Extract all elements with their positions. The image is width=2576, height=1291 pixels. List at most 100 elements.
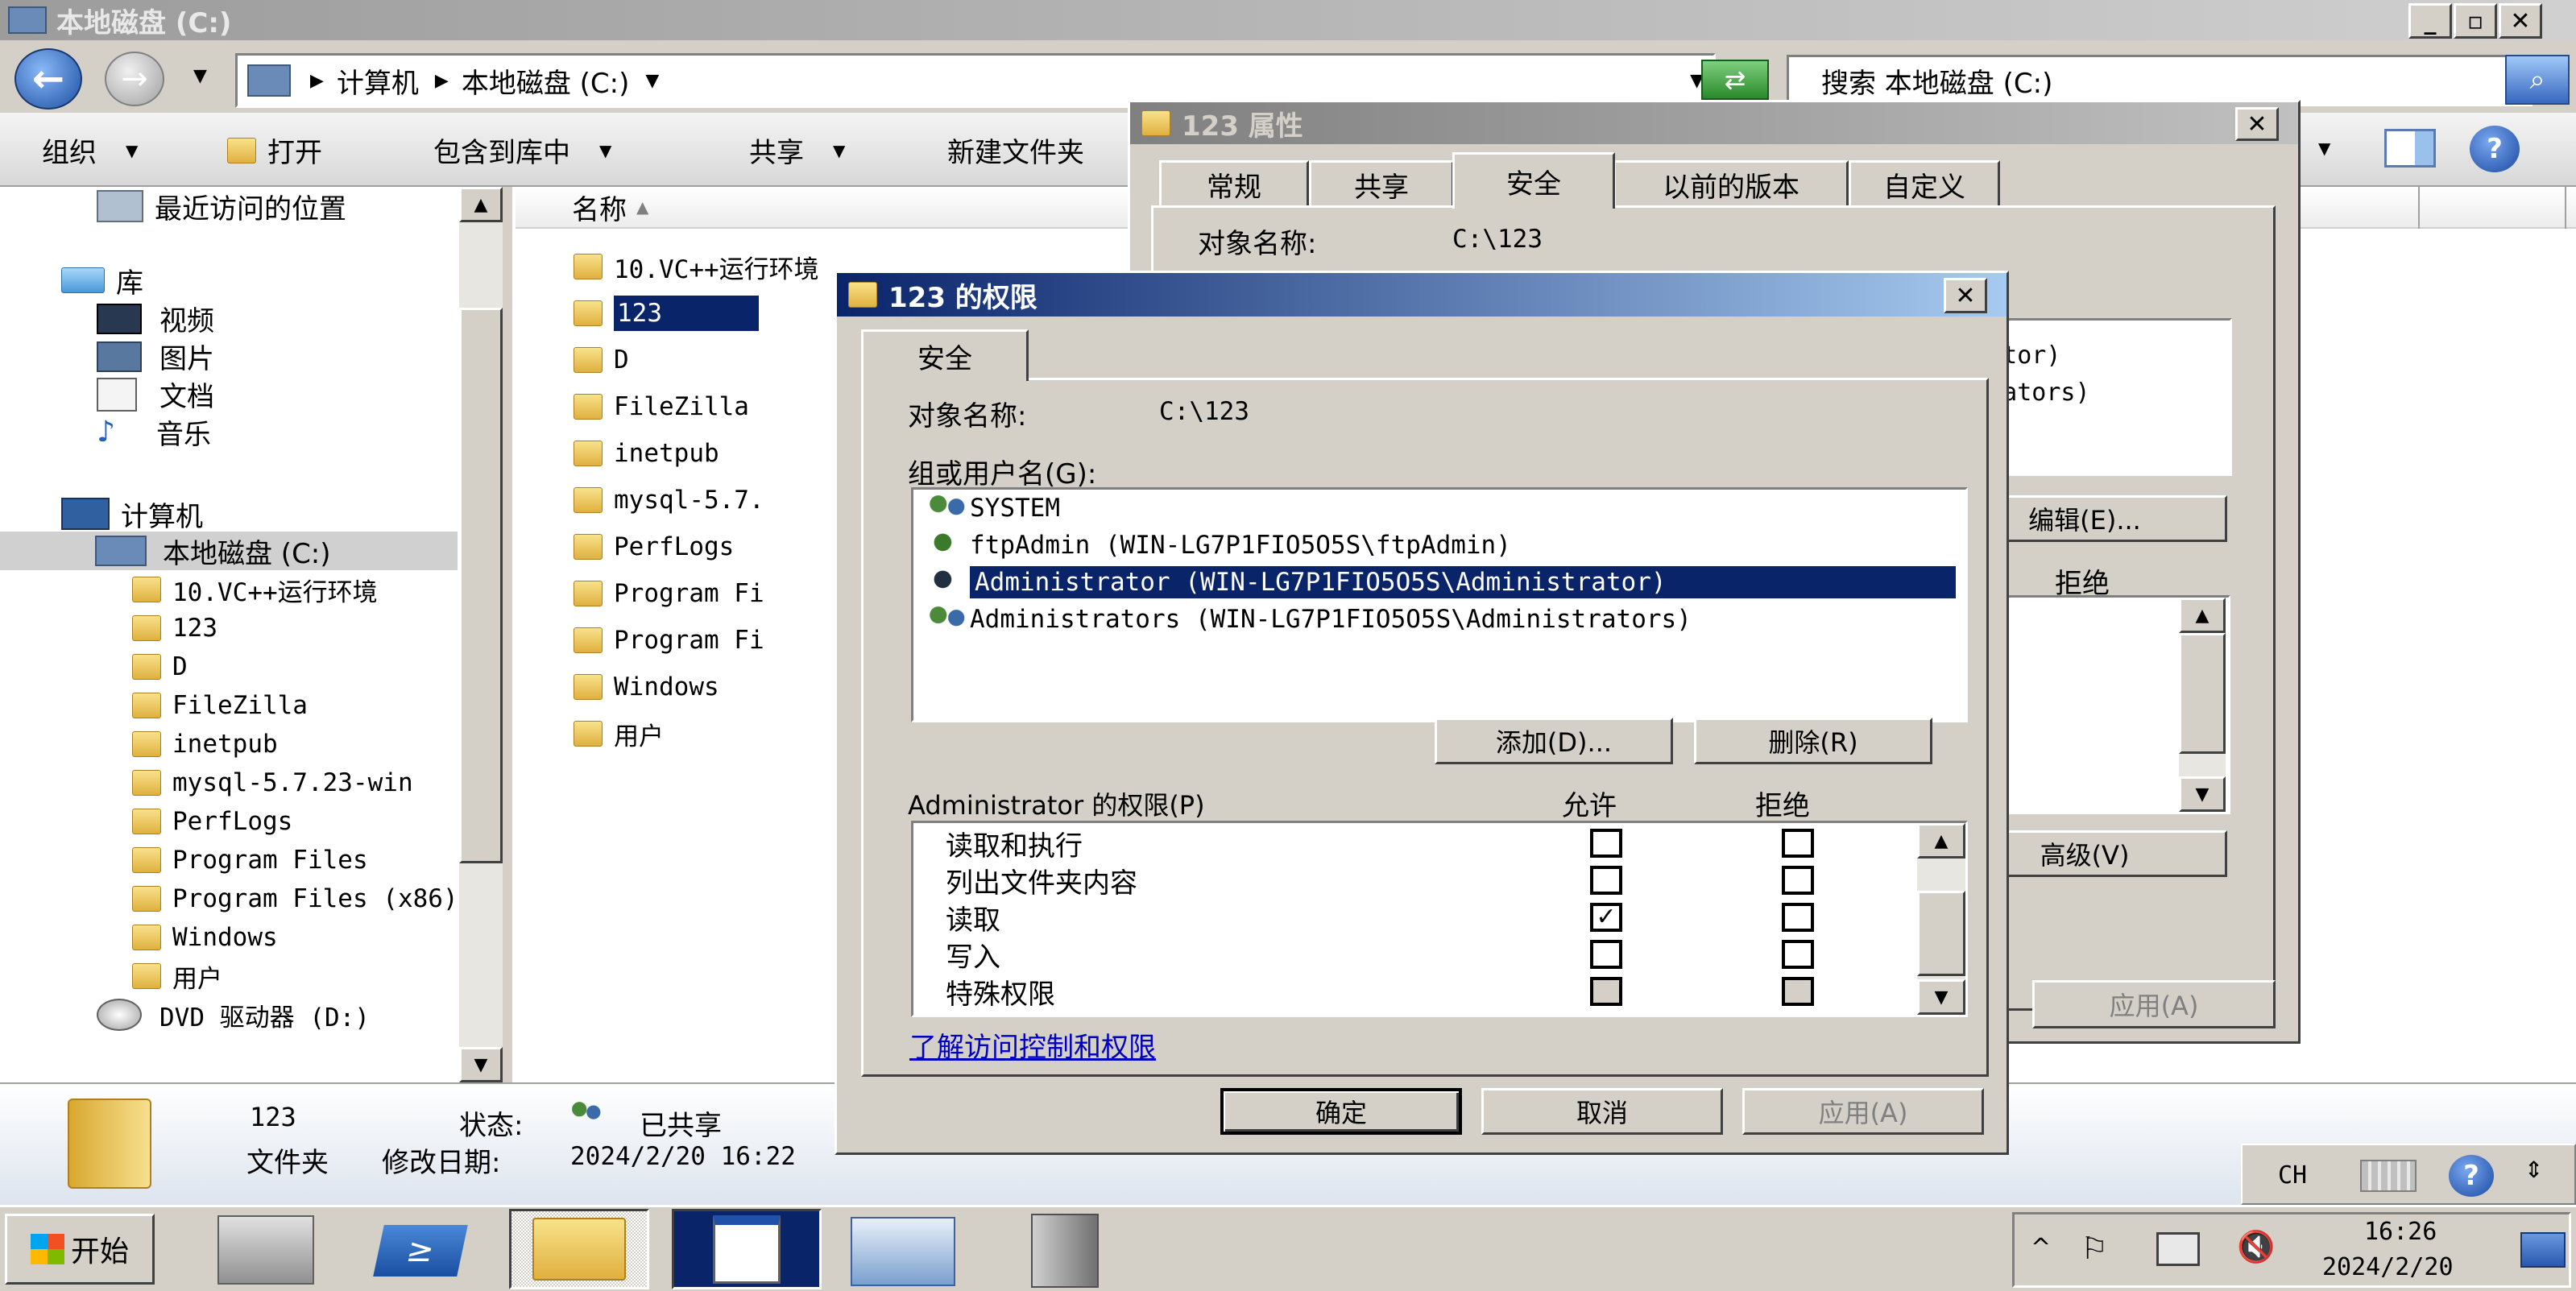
preview-pane-button[interactable] bbox=[2384, 129, 2436, 168]
search-input[interactable]: 搜索 本地磁盘 (C:) bbox=[1787, 55, 2533, 106]
open-button[interactable]: 打开 bbox=[227, 130, 322, 170]
scroll-down-button[interactable]: ▼ bbox=[2179, 776, 2226, 812]
taskbar-explorer-button[interactable] bbox=[509, 1209, 649, 1289]
column-divider[interactable] bbox=[2418, 187, 2420, 229]
back-button[interactable]: ← bbox=[14, 48, 82, 110]
nav-folder[interactable]: Program Files (x86) bbox=[132, 879, 458, 918]
share-menu[interactable]: 共享 ▼ bbox=[749, 130, 845, 170]
tab-security[interactable]: 安全 bbox=[1452, 152, 1615, 209]
network-tray-icon[interactable] bbox=[2156, 1232, 2200, 1266]
access-control-help-link[interactable]: 了解访问控制和权限 bbox=[909, 1025, 1156, 1065]
remove-button[interactable]: 删除(R) bbox=[1694, 718, 1932, 764]
nav-music[interactable]: ♪ 音乐 bbox=[97, 413, 214, 451]
language-bar-options-icon[interactable]: ⇕ bbox=[2524, 1157, 2543, 1183]
refresh-button[interactable]: ⇄ bbox=[1701, 60, 1769, 100]
minimize-button[interactable]: _ bbox=[2408, 3, 2452, 39]
scroll-up-button[interactable]: ▲ bbox=[1917, 823, 1965, 859]
permission-list[interactable]: 读取和执行 列出文件夹内容 读取 ✓ 写入 特殊权限 ▲ ▼ bbox=[911, 821, 1968, 1017]
deny-checkbox[interactable] bbox=[1782, 940, 1814, 969]
deny-checkbox[interactable] bbox=[1782, 829, 1814, 858]
file-row[interactable]: Windows bbox=[574, 664, 819, 710]
history-dropdown-icon[interactable]: ▼ bbox=[193, 66, 207, 86]
forward-button[interactable]: → bbox=[105, 52, 164, 106]
show-desktop-button[interactable] bbox=[2520, 1232, 2566, 1268]
language-indicator[interactable]: CH bbox=[2278, 1161, 2307, 1190]
chevron-down-icon[interactable]: ▼ bbox=[645, 71, 659, 91]
file-row[interactable]: 用户 bbox=[574, 710, 819, 757]
nav-folder[interactable]: FileZilla bbox=[132, 686, 458, 725]
help-button[interactable]: ? bbox=[2470, 126, 2520, 172]
start-button[interactable]: 开始 bbox=[5, 1214, 155, 1285]
scroll-thumb[interactable] bbox=[459, 308, 503, 863]
tab-general[interactable]: 常规 bbox=[1159, 160, 1309, 207]
tab-previous-versions[interactable]: 以前的版本 bbox=[1613, 160, 1849, 207]
close-button[interactable]: ✕ bbox=[2499, 3, 2542, 39]
file-row[interactable]: Program Fi bbox=[574, 570, 819, 617]
nav-folder[interactable]: PerfLogs bbox=[132, 802, 458, 841]
user-item-ftpadmin[interactable]: ftpAdmin (WIN-LG7P1FIO5O5S\ftpAdmin) bbox=[925, 527, 1511, 564]
apply-button[interactable]: 应用(A) bbox=[1742, 1088, 1984, 1135]
group-user-list[interactable]: SYSTEM ftpAdmin (WIN-LG7P1FIO5O5S\ftpAdm… bbox=[911, 487, 1968, 722]
scroll-up-button[interactable]: ▲ bbox=[459, 187, 503, 222]
nav-folder[interactable]: 用户 bbox=[132, 957, 458, 995]
taskbar-dialog-button[interactable] bbox=[672, 1209, 822, 1289]
properties-perm-scrollbar[interactable]: ▲ ▼ bbox=[2177, 598, 2226, 812]
tab-sharing[interactable]: 共享 bbox=[1309, 160, 1454, 207]
allow-checkbox[interactable] bbox=[1590, 829, 1622, 858]
powershell-icon[interactable]: ≥ bbox=[373, 1225, 468, 1277]
help-icon[interactable]: ? bbox=[2449, 1155, 2494, 1197]
allow-checkbox[interactable] bbox=[1590, 866, 1622, 895]
properties-close-button[interactable]: ✕ bbox=[2235, 107, 2279, 141]
new-folder-button[interactable]: 新建文件夹 bbox=[947, 130, 1124, 170]
scroll-thumb[interactable] bbox=[2179, 633, 2226, 754]
view-options-dropdown-icon[interactable]: ▼ bbox=[2318, 139, 2330, 158]
nav-folder[interactable]: 10.VC++运行环境 bbox=[132, 570, 458, 609]
properties-apply-button[interactable]: 应用(A) bbox=[2032, 980, 2276, 1028]
nav-video[interactable]: 视频 bbox=[97, 300, 214, 337]
breadcrumb-drive[interactable]: 本地磁盘 (C:) bbox=[462, 61, 630, 101]
nav-libraries[interactable]: 库 bbox=[61, 261, 143, 300]
file-row[interactable]: FileZilla bbox=[574, 383, 819, 430]
tab-customize[interactable]: 自定义 bbox=[1849, 160, 2000, 207]
ok-button[interactable]: 确定 bbox=[1220, 1088, 1462, 1135]
nav-folder[interactable]: Windows bbox=[132, 918, 458, 957]
nav-folder[interactable]: 123 bbox=[132, 609, 458, 648]
nav-folder[interactable]: inetpub bbox=[132, 725, 458, 763]
scroll-down-button[interactable]: ▼ bbox=[1917, 979, 1965, 1015]
organize-menu[interactable]: 组织 ▼ bbox=[42, 130, 138, 170]
scroll-up-button[interactable]: ▲ bbox=[2179, 598, 2226, 633]
nav-folder[interactable]: D bbox=[132, 648, 458, 686]
add-button[interactable]: 添加(D)... bbox=[1435, 718, 1673, 764]
allow-checkbox[interactable] bbox=[1590, 940, 1622, 969]
file-row-selected[interactable]: 123 bbox=[574, 290, 819, 337]
nav-folder[interactable]: Program Files bbox=[132, 841, 458, 879]
tab-security[interactable]: 安全 bbox=[861, 329, 1029, 381]
clock-date[interactable]: 2024/2/20 bbox=[2322, 1253, 2454, 1281]
user-item-system[interactable]: SYSTEM bbox=[925, 490, 1060, 527]
nav-computer[interactable]: 计算机 bbox=[61, 494, 203, 533]
nav-pictures[interactable]: 图片 bbox=[97, 337, 214, 375]
clock-time[interactable]: 16:26 bbox=[2364, 1218, 2437, 1246]
user-item-administrators[interactable]: Administrators (WIN-LG7P1FIO5O5S\Adminis… bbox=[925, 601, 1692, 638]
volume-muted-icon[interactable]: 🔇 bbox=[2237, 1229, 2275, 1265]
file-row[interactable]: D bbox=[574, 337, 819, 383]
file-row[interactable]: inetpub bbox=[574, 430, 819, 477]
permission-list-scrollbar[interactable]: ▲ ▼ bbox=[1915, 823, 1965, 1015]
deny-checkbox[interactable] bbox=[1782, 903, 1814, 932]
chevron-up-icon[interactable]: ^ bbox=[2031, 1234, 2051, 1262]
nav-documents[interactable]: 文档 bbox=[97, 375, 214, 413]
nav-folder[interactable]: mysql-5.7.23-win bbox=[132, 763, 458, 802]
keyboard-icon[interactable] bbox=[2360, 1160, 2417, 1192]
deny-checkbox[interactable] bbox=[1782, 866, 1814, 895]
admin-tools-icon[interactable] bbox=[1031, 1214, 1099, 1288]
server-manager-icon[interactable] bbox=[217, 1215, 314, 1285]
user-item-administrator[interactable]: Administrator (WIN-LG7P1FIO5O5S\Administ… bbox=[925, 564, 1956, 601]
cancel-button[interactable]: 取消 bbox=[1481, 1088, 1723, 1135]
search-button[interactable]: ⌕ bbox=[2505, 55, 2570, 105]
nav-drive-c[interactable]: 本地磁盘 (C:) bbox=[0, 532, 503, 570]
file-row[interactable]: Program Fi bbox=[574, 617, 819, 664]
include-in-library-menu[interactable]: 包含到库中 ▼ bbox=[433, 130, 611, 170]
permissions-close-button[interactable]: ✕ bbox=[1944, 278, 1987, 313]
file-row[interactable]: 10.VC++运行环境 bbox=[574, 243, 819, 290]
network-icon[interactable] bbox=[851, 1217, 955, 1286]
